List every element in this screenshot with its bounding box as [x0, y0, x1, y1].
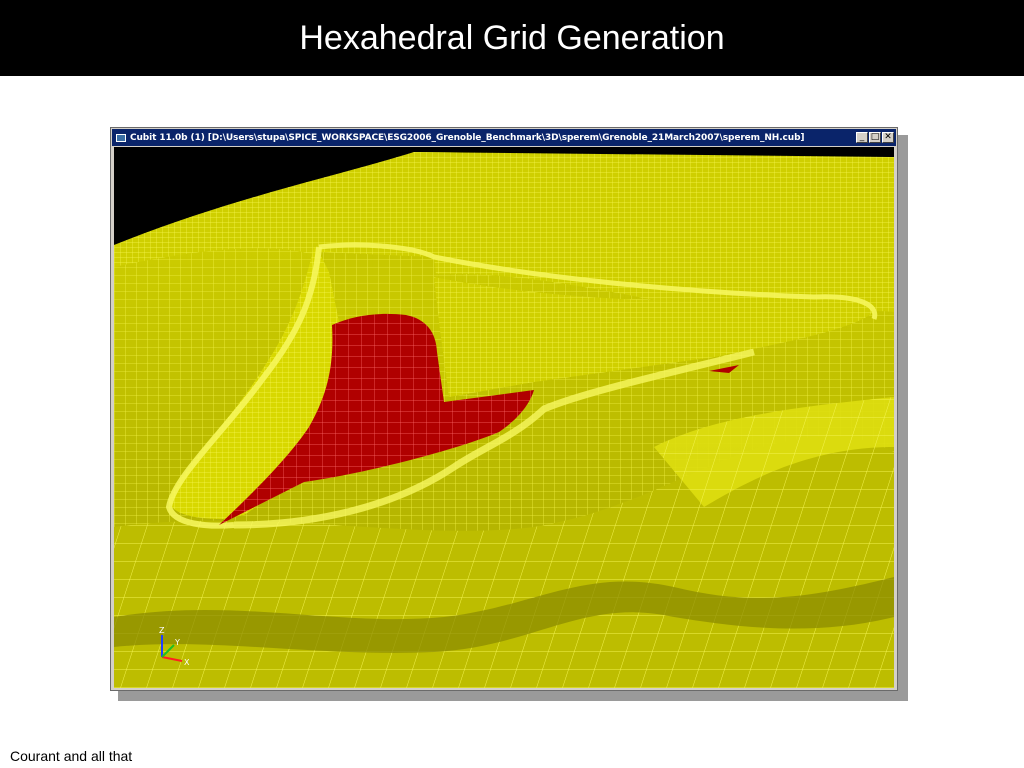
window-title: Cubit 11.0b (1) [D:\Users\stupa\SPICE_WO… [130, 132, 805, 143]
slide-footer: Courant and all that [10, 748, 133, 764]
minimize-button[interactable]: _ [856, 132, 868, 143]
maximize-button[interactable]: □ [869, 132, 881, 143]
window-controls: _ □ ✕ [856, 132, 894, 143]
slide-title-bar: Hexahedral Grid Generation [0, 0, 1024, 76]
cubit-window[interactable]: Cubit 11.0b (1) [D:\Users\stupa\SPICE_WO… [110, 127, 898, 691]
triad-x-label: X [184, 658, 190, 667]
graphics-viewport[interactable]: Z Y X [114, 147, 894, 688]
hex-mesh-render: Z Y X [114, 147, 894, 688]
triad-y-label: Y [174, 638, 180, 647]
triad-z-label: Z [159, 626, 165, 635]
close-button[interactable]: ✕ [882, 132, 894, 143]
slide-title: Hexahedral Grid Generation [299, 18, 725, 57]
window-titlebar[interactable]: Cubit 11.0b (1) [D:\Users\stupa\SPICE_WO… [112, 129, 896, 146]
cubit-app-icon[interactable] [116, 133, 126, 142]
